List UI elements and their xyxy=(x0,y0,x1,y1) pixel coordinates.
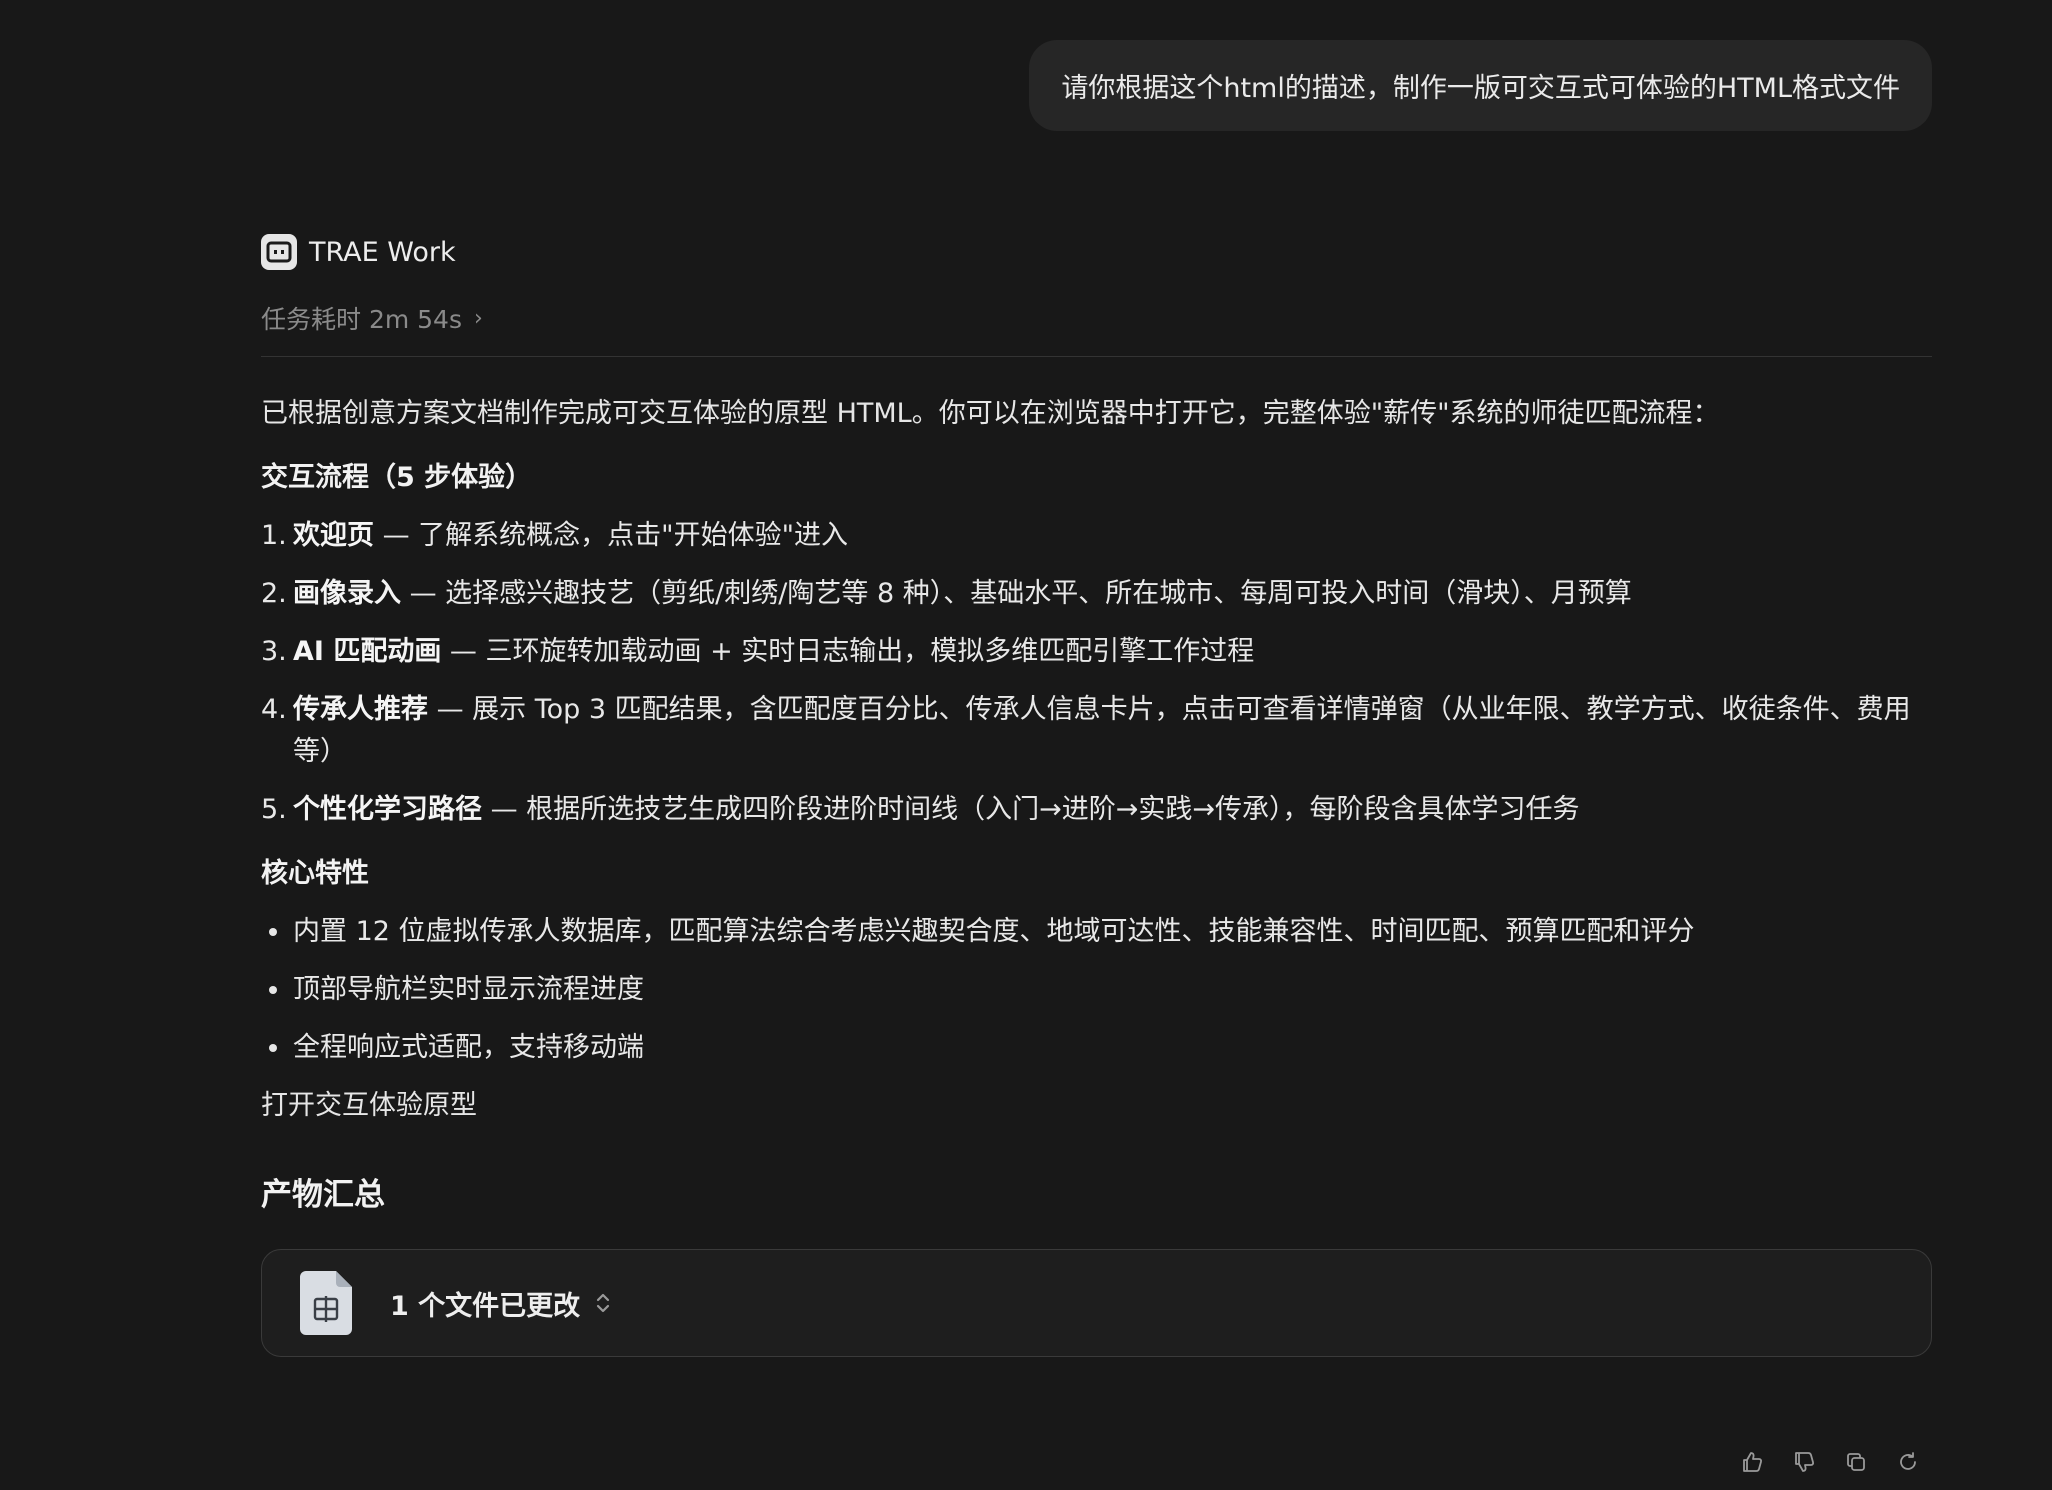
step-desc: — 选择感兴趣技艺（剪纸/刺绣/陶艺等 8 种）、基础水平、所在城市、每周可投入… xyxy=(401,578,1632,609)
chevron-right-icon: › xyxy=(474,305,483,331)
user-message-text: 请你根据这个html的描述，制作一版可交互式可体验的HTML格式文件 xyxy=(1061,73,1900,104)
chat-page: 请你根据这个html的描述，制作一版可交互式可体验的HTML格式文件 TRAE … xyxy=(0,0,2052,1490)
step-title: 个性化学习路径 xyxy=(293,794,482,825)
user-message-bubble: 请你根据这个html的描述，制作一版可交互式可体验的HTML格式文件 xyxy=(1029,40,1932,131)
bullet-icon xyxy=(269,986,277,994)
feature-text: 顶部导航栏实时显示流程进度 xyxy=(293,974,644,1005)
bullet-icon xyxy=(269,1044,277,1052)
copy-icon[interactable] xyxy=(1842,1448,1870,1476)
step-number: 1. xyxy=(261,520,287,551)
thumbs-down-icon[interactable] xyxy=(1790,1448,1818,1476)
step-number: 5. xyxy=(261,794,287,825)
step-desc: — 三环旋转加载动画 + 实时日志输出，模拟多维匹配引擎工作过程 xyxy=(441,636,1255,667)
changed-files-card[interactable]: 1 个文件已更改 xyxy=(261,1249,1932,1357)
step-title: AI 匹配动画 xyxy=(293,636,442,667)
bullet-icon xyxy=(269,928,277,936)
list-item: 5. 个性化学习路径 — 根据所选技艺生成四阶段进阶时间线（入门→进阶→实践→传… xyxy=(261,789,1932,831)
list-item: 顶部导航栏实时显示流程进度 xyxy=(261,969,1932,1011)
intro-text: 已根据创意方案文档制作完成可交互体验的原型 HTML。你可以在浏览器中打开它，完… xyxy=(261,398,1720,429)
task-time-toggle[interactable]: 任务耗时 2m 54s › xyxy=(261,298,1932,338)
step-desc: — 根据所选技艺生成四阶段进阶时间线（入门→进阶→实践→传承），每阶段含具体学习… xyxy=(482,794,1580,825)
agent-response: TRAE Work 任务耗时 2m 54s › 已根据创意方案文档制作完成可交互… xyxy=(261,230,1932,1357)
changed-files-label: 1 个文件已更改 xyxy=(390,1290,581,1322)
html-file-icon xyxy=(300,1271,352,1335)
step-desc: — 展示 Top 3 匹配结果，含匹配度百分比、传承人信息卡片，点击可查看详情弹… xyxy=(293,694,1911,767)
refresh-icon[interactable] xyxy=(1894,1448,1922,1476)
step-number: 3. xyxy=(261,636,287,667)
list-item: 2. 画像录入 — 选择感兴趣技艺（剪纸/刺绣/陶艺等 8 种）、基础水平、所在… xyxy=(261,573,1932,615)
list-item: 3. AI 匹配动画 — 三环旋转加载动画 + 实时日志输出，模拟多维匹配引擎工… xyxy=(261,631,1932,673)
divider xyxy=(261,356,1932,357)
expand-collapse-icon xyxy=(597,1293,610,1313)
agent-header: TRAE Work xyxy=(261,230,1932,274)
trae-logo-icon xyxy=(261,234,297,270)
step-desc: — 了解系统概念，点击"开始体验"进入 xyxy=(374,520,849,551)
list-item: 全程响应式适配，支持移动端 xyxy=(261,1027,1932,1069)
step-number: 2. xyxy=(261,578,287,609)
feature-text: 内置 12 位虚拟传承人数据库，匹配算法综合考虑兴趣契合度、地域可达性、技能兼容… xyxy=(293,916,1695,947)
summary-title: 产物汇总 xyxy=(261,1177,385,1213)
feature-text: 全程响应式适配，支持移动端 xyxy=(293,1032,644,1063)
list-item: 4. 传承人推荐 — 展示 Top 3 匹配结果，含匹配度百分比、传承人信息卡片… xyxy=(261,689,1932,773)
flow-heading: 交互流程（5 步体验） xyxy=(261,462,533,493)
step-title: 欢迎页 xyxy=(293,520,374,551)
features-list: 内置 12 位虚拟传承人数据库，匹配算法综合考虑兴趣契合度、地域可达性、技能兼容… xyxy=(261,911,1932,1069)
thumbs-up-icon[interactable] xyxy=(1738,1448,1766,1476)
message-actions xyxy=(1738,1448,1922,1476)
flow-steps-list: 1. 欢迎页 — 了解系统概念，点击"开始体验"进入 2. 画像录入 — 选择感… xyxy=(261,515,1932,831)
step-number: 4. xyxy=(261,694,287,725)
list-item: 1. 欢迎页 — 了解系统概念，点击"开始体验"进入 xyxy=(261,515,1932,557)
open-prototype-link[interactable]: 打开交互体验原型 xyxy=(261,1085,1932,1127)
step-title: 传承人推荐 xyxy=(293,694,428,725)
agent-name: TRAE Work xyxy=(309,236,456,268)
list-item: 内置 12 位虚拟传承人数据库，匹配算法综合考虑兴趣契合度、地域可达性、技能兼容… xyxy=(261,911,1932,953)
step-title: 画像录入 xyxy=(293,578,401,609)
task-time-text: 任务耗时 2m 54s xyxy=(261,305,462,334)
features-heading: 核心特性 xyxy=(261,858,369,889)
